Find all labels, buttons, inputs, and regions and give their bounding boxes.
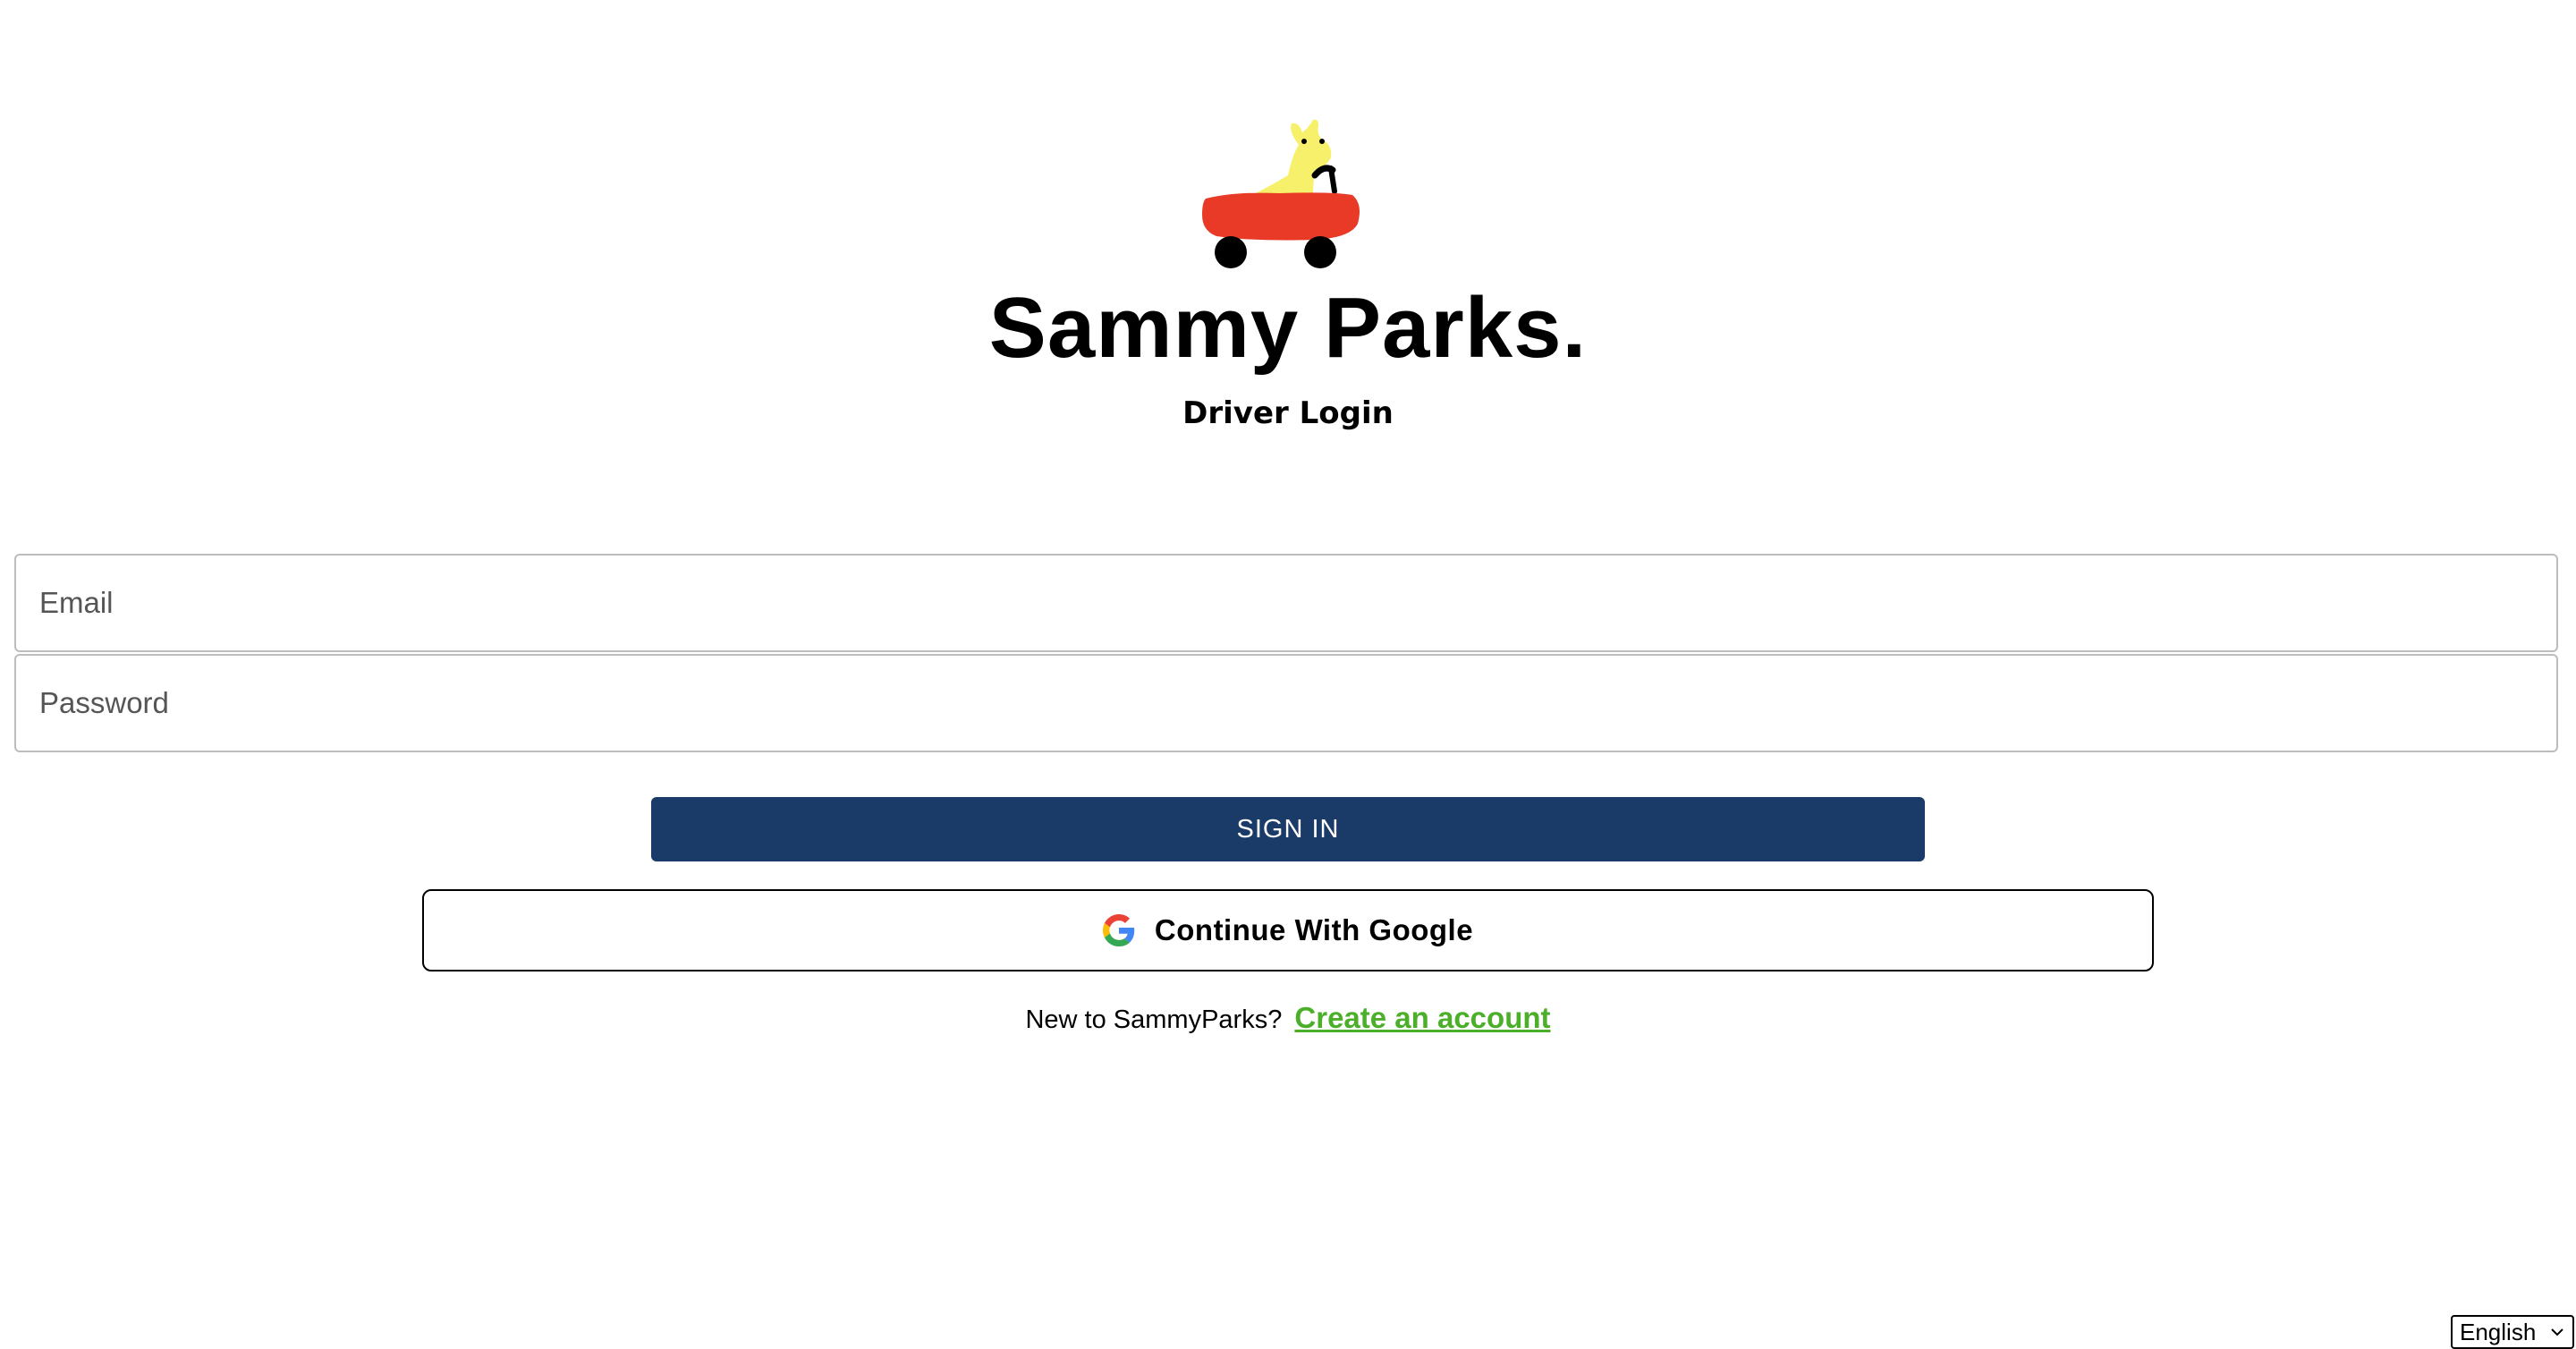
create-account-link[interactable]: Create an account bbox=[1294, 1001, 1550, 1034]
page-subtitle: Driver Login bbox=[1182, 395, 1394, 431]
brand-title: Sammy Parks. bbox=[988, 280, 1588, 376]
google-icon bbox=[1102, 914, 1135, 946]
chevron-down-icon bbox=[2551, 1328, 2563, 1336]
kangaroo-car-logo-icon bbox=[1202, 119, 1360, 268]
signup-prompt-row: New to SammyParks? Create an account bbox=[0, 1000, 2576, 1038]
continue-with-google-button[interactable]: Continue With Google bbox=[422, 889, 2154, 971]
signup-prompt-text: New to SammyParks? bbox=[1025, 1005, 1283, 1034]
login-page: Sammy Parks. Driver Login SIGN IN Contin… bbox=[0, 0, 2576, 1349]
language-select[interactable]: English bbox=[2451, 1315, 2574, 1349]
sign-in-button[interactable]: SIGN IN bbox=[651, 797, 1925, 861]
google-button-label: Continue With Google bbox=[1154, 913, 1474, 946]
password-field[interactable] bbox=[14, 654, 2558, 752]
email-field[interactable] bbox=[14, 554, 2558, 652]
language-selected-value: English bbox=[2460, 1318, 2537, 1345]
